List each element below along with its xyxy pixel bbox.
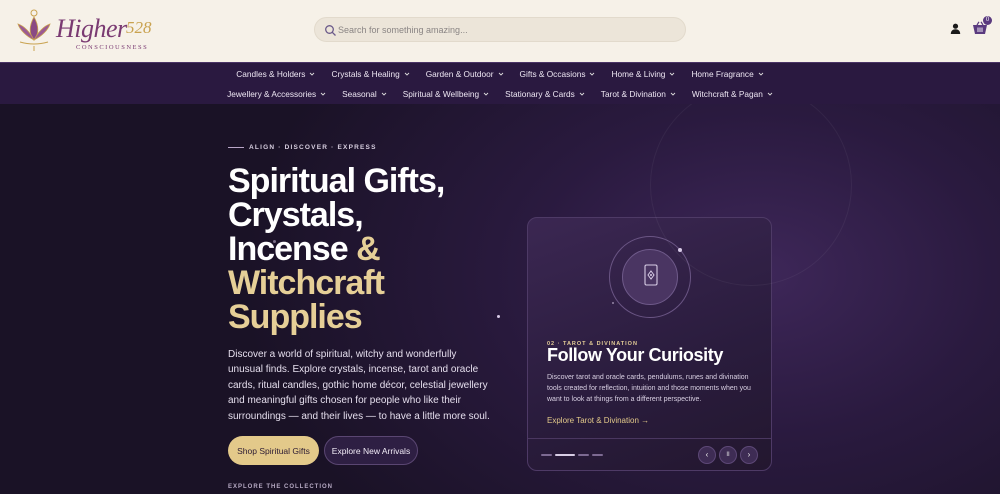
search-bar	[314, 17, 686, 42]
nav-item-label: Garden & Outdoor	[425, 69, 494, 79]
search-input[interactable]	[338, 21, 668, 39]
hero-title-line3: Incense	[228, 230, 349, 268]
chevron-down-icon	[381, 92, 387, 96]
chevron-down-icon	[310, 72, 315, 76]
nav-item-gifts-occasions[interactable]: Gifts & Occasions	[512, 69, 604, 79]
nav-item-label: Candles & Holders	[236, 69, 306, 79]
nav-item-label: Spiritual & Wellbeing	[402, 89, 480, 99]
chevron-down-icon	[483, 92, 489, 96]
chevron-down-icon	[498, 72, 503, 76]
logo-number: 528	[126, 18, 152, 37]
chevron-down-icon	[758, 72, 764, 76]
nav-item-label: Crystals & Healing	[331, 69, 400, 79]
explore-new-arrivals-button[interactable]: Explore New Arrivals	[324, 436, 418, 465]
nav-row-secondary: Jewellery & Accessories Seasonal Spiritu…	[0, 89, 1000, 99]
hero-eyebrow-text: ALIGN · DISCOVER · EXPRESS	[249, 144, 377, 151]
featured-slide-card: 02 · TAROT & DIVINATION Follow Your Curi…	[527, 217, 772, 471]
search-icon[interactable]	[324, 24, 337, 37]
card-description: Discover tarot and oracle cards, pendulu…	[547, 374, 751, 403]
previous-slide-button[interactable]: ‹	[698, 446, 716, 464]
nav-item-label: Home & Living	[611, 69, 666, 79]
nav-item-label: Jewellery & Accessories	[227, 89, 317, 99]
nav-item-label: Seasonal	[342, 89, 377, 99]
nav-item-home-fragrance[interactable]: Home Fragrance	[683, 69, 771, 79]
nav-item-stationary-cards[interactable]: Stationary & Cards	[497, 89, 593, 99]
nav-item-label: Gifts & Occasions	[519, 69, 586, 79]
nav-item-tarot-divination[interactable]: Tarot & Divination	[593, 89, 684, 99]
user-account-icon[interactable]	[950, 23, 961, 34]
sparkle-dot	[612, 302, 614, 304]
slide-dot[interactable]	[592, 454, 603, 456]
hero-description: Discover a world of spiritual, witchy an…	[228, 349, 490, 422]
card-title: Follow Your Curiosity	[547, 345, 723, 365]
slide-pagination	[541, 454, 603, 456]
site-logo[interactable]: Higher 528 CONSCIOUSNESS	[14, 4, 164, 56]
chevron-down-icon	[579, 92, 585, 96]
card-emblem-ring	[609, 236, 691, 318]
hero-title-line1: Spiritual Gifts,	[228, 162, 445, 200]
nav-row-primary: Candles & Holders Crystals & Healing Gar…	[0, 69, 1000, 79]
hero-section: ALIGN · DISCOVER · EXPRESS Spiritual Gif…	[0, 104, 1000, 494]
chevron-down-icon	[320, 92, 326, 96]
nav-item-garden-outdoor[interactable]: Garden & Outdoor	[418, 69, 512, 79]
hero-title-line4: Witchcraft	[228, 264, 385, 302]
sparkle-dot	[497, 315, 500, 318]
nav-item-label: Home Fragrance	[691, 69, 754, 79]
nav-item-label: Tarot & Divination	[600, 89, 666, 99]
nav-item-witchcraft-pagan[interactable]: Witchcraft & Pagan	[684, 89, 781, 99]
nav-item-candles-holders[interactable]: Candles & Holders	[228, 69, 323, 79]
slide-dot-active[interactable]	[555, 454, 575, 456]
chevron-down-icon	[404, 72, 410, 76]
chevron-down-icon	[670, 92, 676, 96]
hero-title-ampersand: &	[356, 230, 381, 268]
sparkle-dot	[273, 240, 276, 243]
eyebrow-divider	[228, 147, 244, 148]
hero-title: Spiritual Gifts, Crystals, Incense & Wit…	[228, 164, 528, 334]
logo-wordmark: Higher	[56, 14, 127, 43]
hero-eyebrow: ALIGN · DISCOVER · EXPRESS	[228, 144, 377, 151]
hero-title-line5: Supplies	[228, 298, 363, 336]
card-emblem	[622, 249, 678, 305]
explore-collection-label: EXPLORE THE COLLECTION	[228, 484, 334, 490]
nav-item-label: Witchcraft & Pagan	[691, 89, 763, 99]
pause-slideshow-button[interactable]: II	[719, 446, 737, 464]
card-divider	[528, 438, 771, 439]
tarot-card-icon	[644, 264, 658, 286]
nav-item-seasonal[interactable]: Seasonal	[334, 89, 395, 99]
chevron-down-icon	[670, 72, 675, 76]
nav-item-label: Stationary & Cards	[505, 89, 575, 99]
cart-count-badge: 0	[983, 16, 992, 25]
nav-item-jewellery-accessories[interactable]: Jewellery & Accessories	[219, 89, 334, 99]
nav-item-spiritual-wellbeing[interactable]: Spiritual & Wellbeing	[395, 89, 497, 99]
slide-dot[interactable]	[578, 454, 589, 456]
shop-spiritual-gifts-button[interactable]: Shop Spiritual Gifts	[228, 436, 319, 465]
lotus-logo-icon	[17, 9, 51, 51]
sparkle-dot	[678, 248, 682, 252]
logo-tagline: CONSCIOUSNESS	[76, 44, 149, 51]
explore-tarot-link[interactable]: Explore Tarot & Divination →	[547, 416, 649, 425]
slide-dot[interactable]	[541, 454, 552, 456]
next-slide-button[interactable]: ›	[740, 446, 758, 464]
chevron-down-icon	[590, 72, 595, 76]
chevron-down-icon	[767, 92, 773, 96]
main-navigation: Candles & Holders Crystals & Healing Gar…	[0, 62, 1000, 104]
nav-item-crystals-healing[interactable]: Crystals & Healing	[323, 69, 417, 79]
nav-item-home-living[interactable]: Home & Living	[603, 69, 683, 79]
hero-title-line2: Crystals,	[228, 196, 364, 234]
site-header: Higher 528 CONSCIOUSNESS 0	[0, 0, 1000, 62]
